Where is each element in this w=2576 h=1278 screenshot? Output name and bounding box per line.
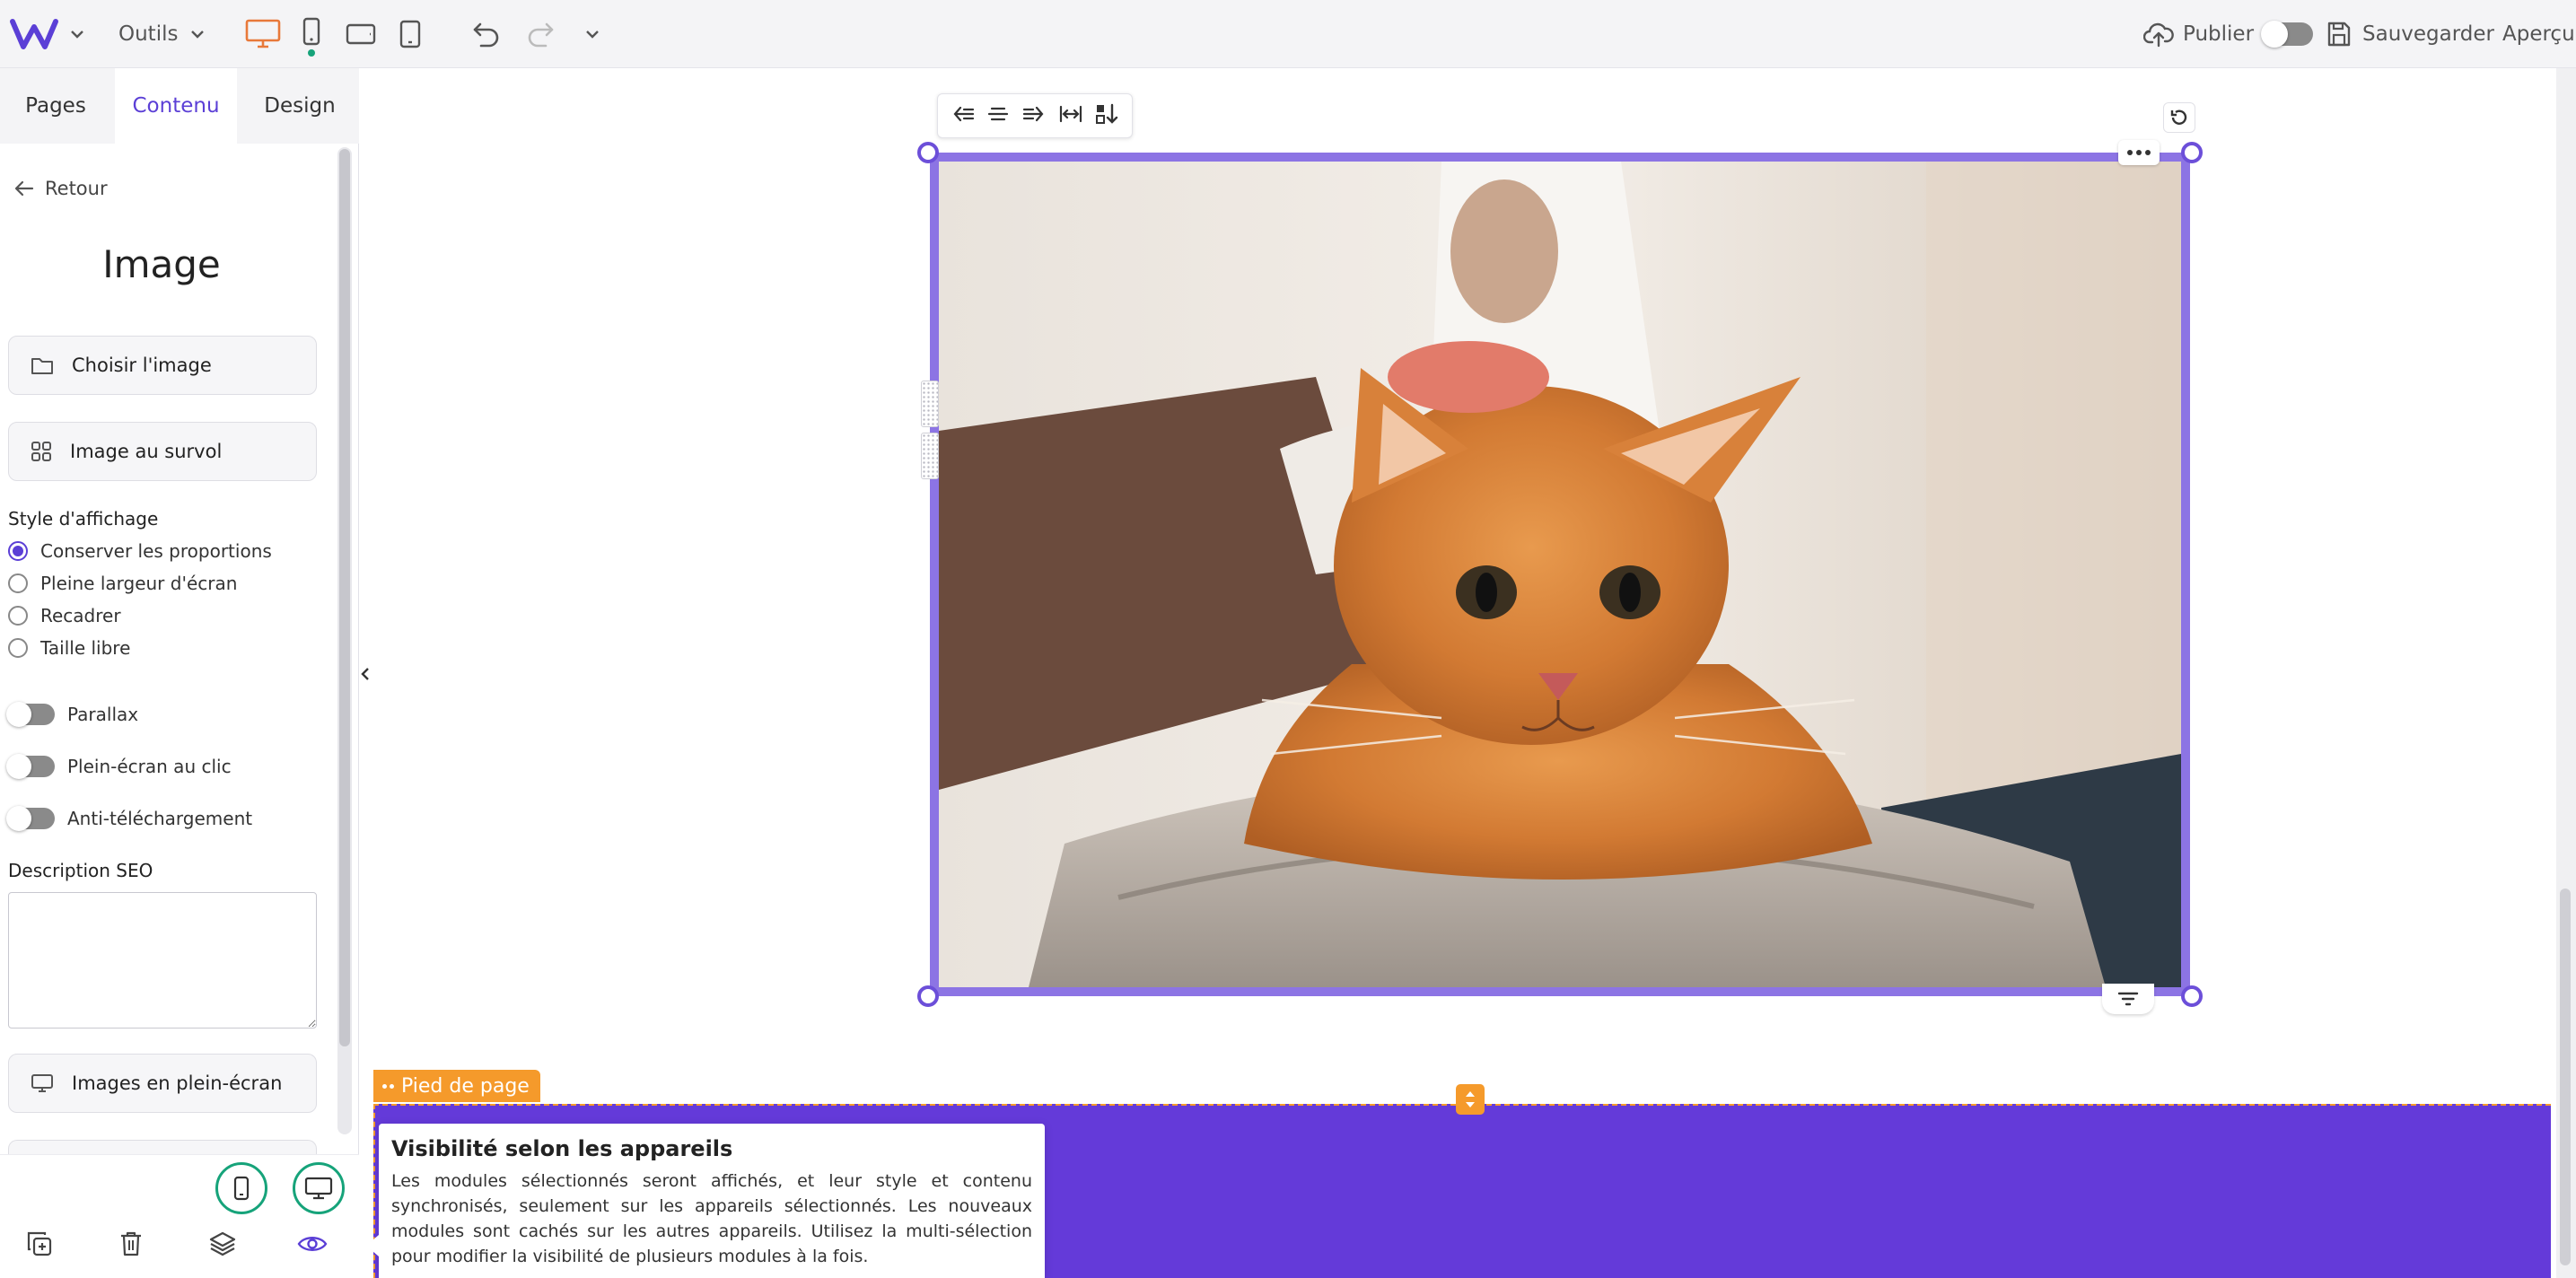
- section-resize-handle[interactable]: [1456, 1084, 1485, 1115]
- resize-handle-top-left[interactable]: [917, 142, 939, 163]
- toggle-anti-download[interactable]: Anti-téléchargement: [6, 806, 252, 831]
- publish-control[interactable]: Publier: [2143, 18, 2314, 50]
- choose-image-label: Choisir l'image: [72, 355, 212, 376]
- footer-label-text: Pied de page: [401, 1074, 530, 1098]
- seo-label: Description SEO: [8, 860, 153, 881]
- panel-scrollbar-thumb[interactable]: [339, 149, 350, 1046]
- duplicate-icon[interactable]: [22, 1226, 57, 1262]
- drag-dots-icon: [382, 1083, 394, 1089]
- filter-icon: [2117, 992, 2139, 1006]
- monitor-icon: [31, 1074, 53, 1092]
- visibility-mobile-button[interactable]: [215, 1162, 267, 1214]
- toggle-fullscreen-click[interactable]: Plein-écran au clic: [6, 754, 232, 779]
- eye-icon[interactable]: [294, 1226, 330, 1262]
- seo-description-input[interactable]: [8, 892, 317, 1029]
- align-left-icon[interactable]: [951, 104, 975, 127]
- tablet-landscape-icon[interactable]: [345, 22, 377, 47]
- drag-grip-top[interactable]: [921, 381, 939, 427]
- chevron-down-icon: [191, 31, 205, 39]
- canvas-scrollbar-thumb[interactable]: [2560, 888, 2571, 1265]
- collapse-panel-handle[interactable]: [357, 661, 373, 687]
- left-panel: Pages Contenu Design Retour Image Choisi…: [0, 68, 359, 1278]
- grid-icon: [31, 442, 51, 461]
- hover-image-label: Image au survol: [70, 441, 223, 462]
- resize-handle-bottom-left[interactable]: [917, 985, 939, 1007]
- preview-button[interactable]: Aperçu: [2502, 18, 2575, 50]
- arrow-left-icon: [14, 180, 34, 197]
- tab-contenu[interactable]: Contenu: [115, 68, 237, 144]
- chevron-down-icon[interactable]: [68, 23, 86, 45]
- fullscreen-images-button[interactable]: Images en plein-écran: [8, 1054, 317, 1113]
- radio-free-size[interactable]: Taille libre: [8, 637, 130, 659]
- desktop-icon[interactable]: [244, 18, 282, 50]
- align-right-icon[interactable]: [1022, 104, 1046, 127]
- logo-w[interactable]: [9, 14, 59, 54]
- publish-label: Publier: [2183, 22, 2255, 46]
- align-center-icon[interactable]: [986, 104, 1010, 127]
- reset-image-button[interactable]: [2163, 102, 2195, 133]
- preview-label: Aperçu: [2502, 22, 2575, 46]
- folder-icon: [31, 358, 53, 374]
- cat-photo: [939, 162, 2181, 987]
- fit-width-icon[interactable]: [1058, 104, 1083, 127]
- redo-icon[interactable]: [524, 18, 556, 50]
- radio-full-width[interactable]: Pleine largeur d'écran: [8, 573, 237, 594]
- mobile-icon: [233, 1176, 250, 1201]
- chevron-left-icon: [361, 668, 369, 680]
- drag-grip-bottom[interactable]: [921, 433, 939, 479]
- tab-design[interactable]: Design: [241, 68, 359, 144]
- filter-button[interactable]: [2102, 984, 2154, 1014]
- footer-label[interactable]: Pied de page: [373, 1070, 540, 1102]
- reset-icon: [2170, 109, 2187, 125]
- sort-icon[interactable]: [1095, 102, 1118, 129]
- visibility-desktop-button[interactable]: [293, 1162, 345, 1214]
- tools-menu[interactable]: Outils: [118, 18, 205, 50]
- panel-title: Image: [102, 242, 221, 286]
- chevron-down-icon[interactable]: [583, 25, 601, 43]
- resize-handle-top-right[interactable]: [2181, 142, 2203, 163]
- desktop-icon: [304, 1177, 333, 1200]
- tablet-icon[interactable]: [399, 18, 422, 50]
- trash-icon[interactable]: [113, 1226, 149, 1262]
- tools-label: Outils: [118, 22, 179, 46]
- more-icon: [2127, 150, 2133, 155]
- tooltip-title: Visibilité selon les appareils: [391, 1136, 733, 1161]
- device-visibility-tooltip: Visibilité selon les appareils Les modul…: [366, 1124, 1045, 1278]
- undo-icon[interactable]: [470, 18, 503, 50]
- editor-root: Outils Publier Sauvegarder Aperçu Pages …: [0, 0, 2576, 1278]
- resize-vertical-icon: [1466, 1091, 1475, 1107]
- tab-pages[interactable]: Pages: [0, 68, 111, 144]
- choose-image-button[interactable]: Choisir l'image: [8, 336, 317, 395]
- fullscreen-images-label: Images en plein-écran: [72, 1072, 283, 1094]
- top-bar: Outils Publier Sauvegarder Aperçu: [0, 0, 2576, 68]
- image-toolbar: [937, 93, 1133, 138]
- layers-icon[interactable]: [205, 1226, 241, 1262]
- display-style-label: Style d'affichage: [8, 508, 159, 530]
- upload-cloud-icon: [2143, 22, 2174, 48]
- more-options-button[interactable]: [2118, 140, 2160, 165]
- resize-handle-bottom-right[interactable]: [2181, 985, 2203, 1007]
- hover-image-button[interactable]: Image au survol: [8, 422, 317, 481]
- back-link[interactable]: Retour: [14, 178, 108, 199]
- image-block[interactable]: [930, 153, 2190, 996]
- radio-keep-proportions[interactable]: Conserver les proportions: [8, 540, 272, 562]
- save-label: Sauvegarder: [2362, 22, 2494, 46]
- tooltip-text: Les modules sélectionnés seront affichés…: [391, 1171, 1032, 1266]
- mobile-icon[interactable]: [302, 16, 321, 57]
- radio-crop[interactable]: Recadrer: [8, 605, 121, 626]
- back-label: Retour: [45, 178, 108, 199]
- toggle-parallax[interactable]: Parallax: [6, 702, 138, 727]
- save-button[interactable]: Sauvegarder: [2326, 18, 2494, 50]
- save-icon: [2327, 22, 2351, 47]
- panel-tabs: Pages Contenu Design: [0, 68, 359, 144]
- publish-toggle[interactable]: [2261, 21, 2314, 48]
